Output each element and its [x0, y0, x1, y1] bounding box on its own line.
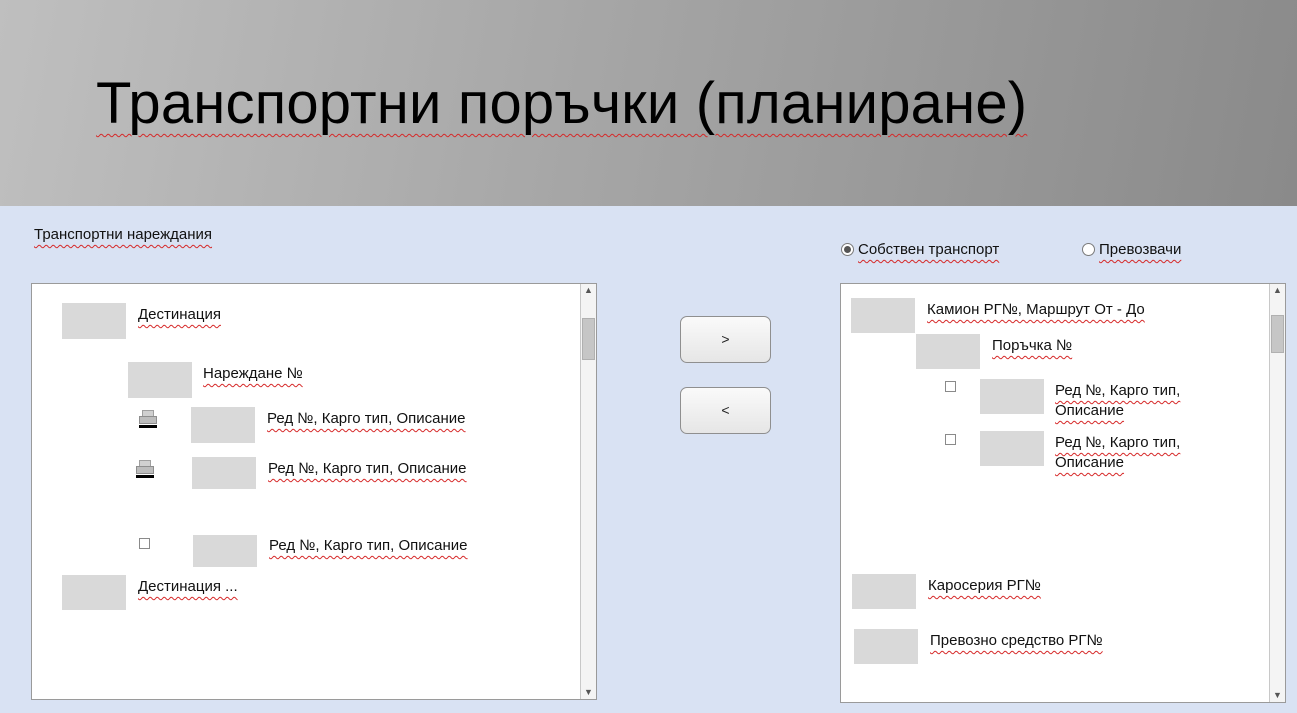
tree-item-row[interactable]: Ред №, Карго тип, Описание: [1055, 381, 1205, 421]
tree-item-order[interactable]: Нареждане №: [203, 364, 303, 384]
scroll-thumb[interactable]: [582, 318, 595, 360]
tree-item-order[interactable]: Поръчка №: [992, 336, 1072, 356]
tree-item-row[interactable]: Ред №, Карго тип, Описание: [268, 459, 467, 479]
page-title: Транспортни поръчки (планиране): [96, 71, 1028, 136]
tree-item-row[interactable]: Ред №, Карго тип, Описание: [267, 409, 466, 429]
body-node-icon: [852, 574, 916, 609]
row-node-icon: [980, 379, 1044, 414]
tree-item-row[interactable]: Ред №, Карго тип, Описание: [1055, 433, 1205, 473]
destination-node-icon: [62, 303, 126, 339]
row-node-icon: [193, 535, 257, 567]
own-transport-radio[interactable]: [841, 243, 854, 256]
header-banner: Транспортни поръчки (планиране): [0, 0, 1297, 206]
row-checkbox[interactable]: [945, 381, 956, 392]
scroll-down-icon[interactable]: ▼: [581, 687, 596, 697]
truck-node-icon: [851, 298, 915, 333]
order-node-icon: [128, 362, 192, 398]
tree-item-vehicle[interactable]: Превозно средство РГ№: [930, 631, 1103, 651]
printer-icon[interactable]: [134, 460, 156, 478]
row-node-icon: [980, 431, 1044, 466]
tree-item-body[interactable]: Каросерия РГ№: [928, 576, 1041, 596]
transport-orders-tree[interactable]: ▲ ▼ Дестинация Нареждане № Ред №, Карго …: [31, 283, 597, 700]
right-tree-scrollbar[interactable]: ▲ ▼: [1269, 284, 1285, 702]
scroll-up-icon[interactable]: ▲: [581, 285, 596, 295]
own-transport-label[interactable]: Собствен транспорт: [858, 241, 999, 258]
left-tree-scrollbar[interactable]: ▲ ▼: [580, 284, 596, 699]
row-checkbox[interactable]: [945, 434, 956, 445]
scroll-thumb[interactable]: [1271, 315, 1284, 353]
move-left-button[interactable]: <: [680, 387, 771, 434]
carriers-radio[interactable]: [1082, 243, 1095, 256]
carriers-label[interactable]: Превозвачи: [1099, 241, 1181, 258]
row-node-icon: [192, 457, 256, 489]
destination-node-icon: [62, 575, 126, 610]
order-node-icon: [916, 334, 980, 369]
tree-item-row[interactable]: Ред №, Карго тип, Описание: [269, 536, 468, 556]
row-checkbox[interactable]: [139, 538, 150, 549]
own-transport-tree[interactable]: ▲ ▼ Камион РГ№, Маршрут От - До Поръчка …: [840, 283, 1286, 703]
tree-item-truck[interactable]: Камион РГ№, Маршрут От - До: [927, 300, 1145, 320]
transport-orders-label: Транспортни нареждания: [34, 226, 213, 243]
tree-item-destination-more[interactable]: Дестинация ...: [138, 577, 238, 597]
vehicle-node-icon: [854, 629, 918, 664]
move-right-button[interactable]: >: [680, 316, 771, 363]
scroll-down-icon[interactable]: ▼: [1270, 690, 1285, 700]
row-node-icon: [191, 407, 255, 443]
tree-item-destination[interactable]: Дестинация: [138, 305, 221, 325]
scroll-up-icon[interactable]: ▲: [1270, 285, 1285, 295]
printer-icon[interactable]: [137, 410, 159, 428]
